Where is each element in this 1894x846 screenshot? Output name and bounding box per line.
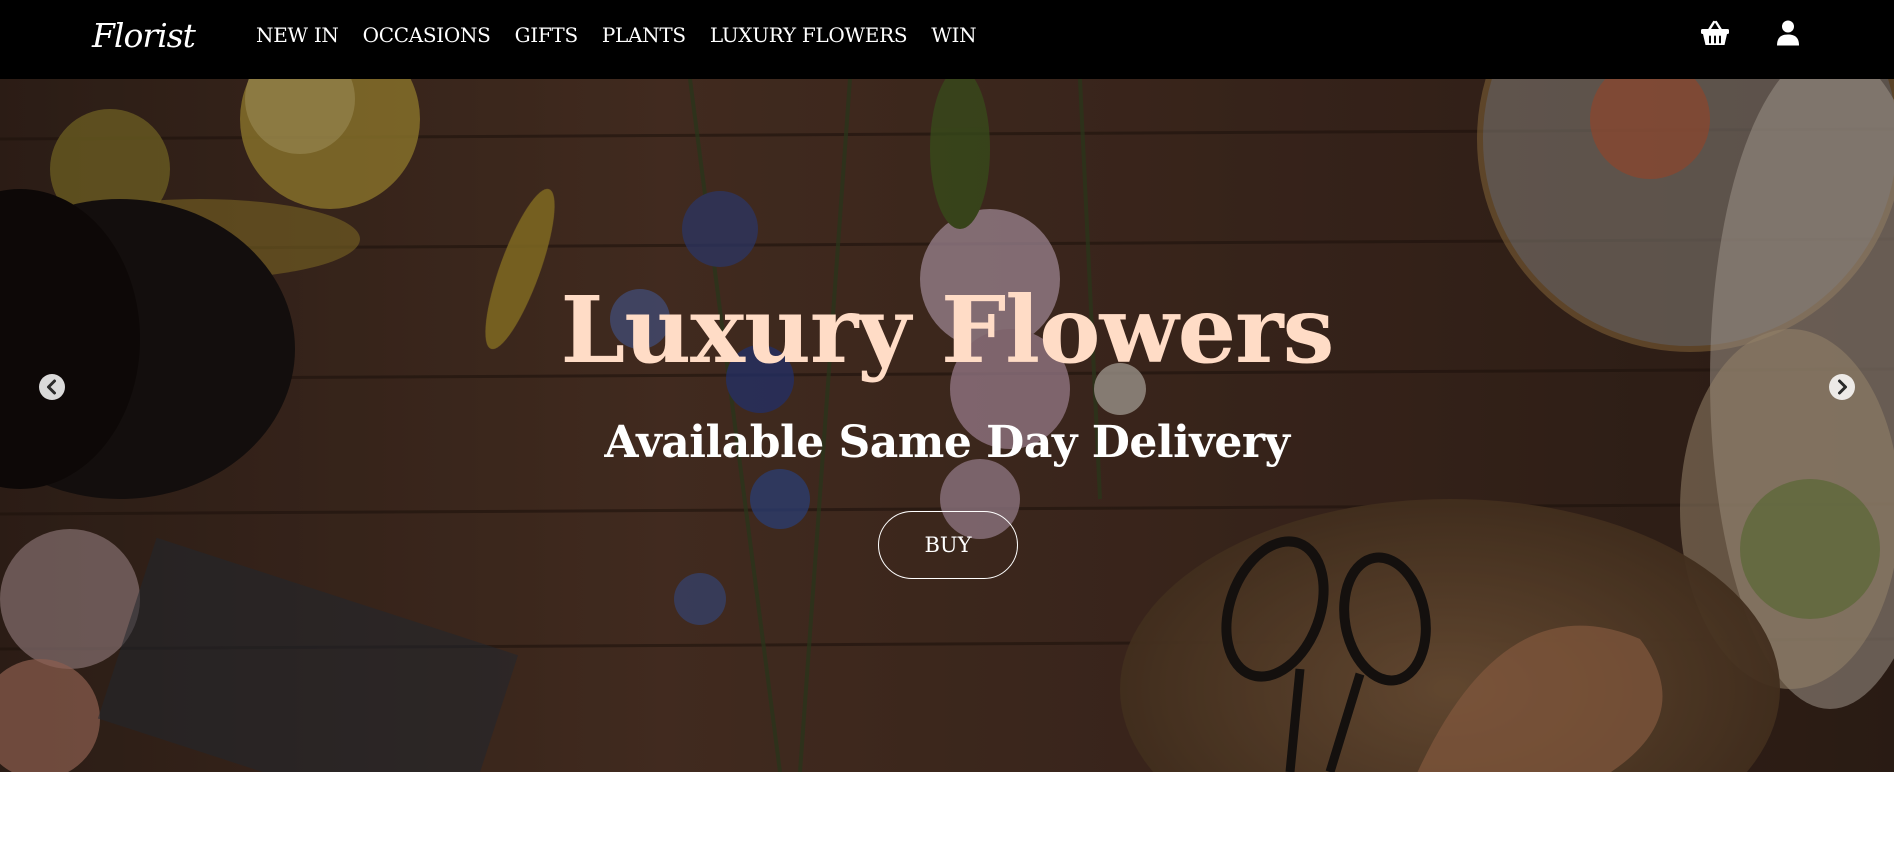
nav-link-new-in[interactable]: NEW IN xyxy=(256,23,339,47)
nav-link-gifts[interactable]: GIFTS xyxy=(515,23,579,47)
nav-link-win[interactable]: WIN xyxy=(931,23,976,47)
basket-icon[interactable] xyxy=(1700,20,1730,50)
hero-title: Luxury Flowers xyxy=(560,276,1335,384)
top-navbar: Florist NEW IN OCCASIONS GIFTS PLANTS LU… xyxy=(0,0,1894,79)
hero-carousel: Luxury Flowers Available Same Day Delive… xyxy=(0,79,1894,772)
hero-subtitle: Available Same Day Delivery xyxy=(604,417,1290,468)
nav-link-luxury-flowers[interactable]: LUXURY FLOWERS xyxy=(710,23,908,47)
buy-button[interactable]: BUY xyxy=(878,511,1018,579)
brand-logo[interactable]: Florist xyxy=(92,14,196,58)
user-icon[interactable] xyxy=(1776,20,1800,50)
nav-link-occasions[interactable]: OCCASIONS xyxy=(363,23,491,47)
chevron-right-circle-icon[interactable] xyxy=(1828,373,1856,401)
nav-link-plants[interactable]: PLANTS xyxy=(602,23,686,47)
main-nav: NEW IN OCCASIONS GIFTS PLANTS LUXURY FLO… xyxy=(256,0,1000,70)
chevron-left-circle-icon[interactable] xyxy=(38,373,66,401)
nav-icons xyxy=(1700,20,1800,50)
